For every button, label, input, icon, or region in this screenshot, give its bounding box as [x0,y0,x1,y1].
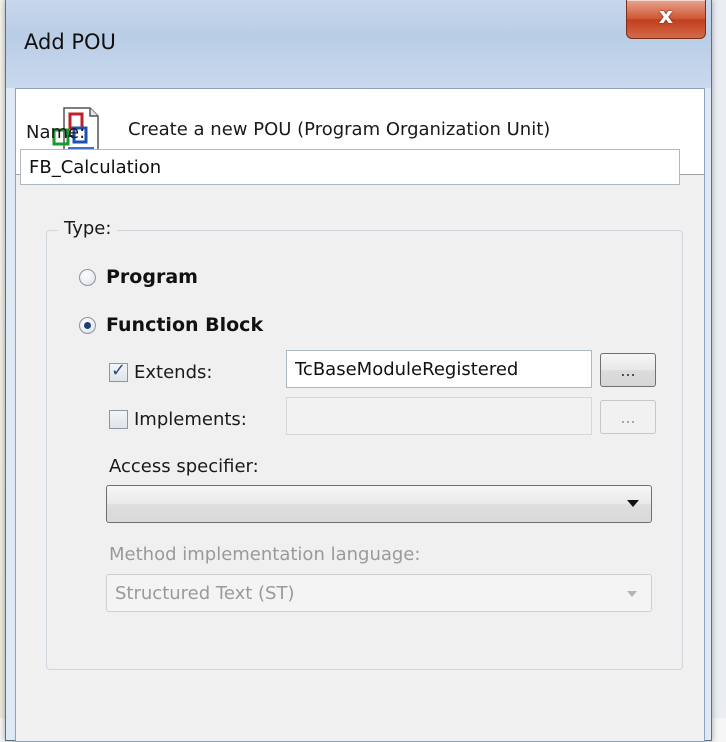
name-input[interactable] [20,149,680,185]
access-specifier-label: Access specifier: [109,456,259,477]
method-language-dropdown: Structured Text (ST) [106,574,652,612]
dialog-description: Create a new POU (Program Organization U… [128,119,551,140]
access-specifier-dropdown[interactable] [106,485,652,523]
window-title: Add POU [24,30,116,54]
type-group-legend: Type: [58,218,118,239]
method-language-label: Method implementation language: [109,544,421,565]
extends-checkbox-option[interactable]: Extends: [109,360,213,383]
extends-label: Extends: [134,362,213,383]
implements-label: Implements: [134,409,247,430]
name-label: Name: [26,122,86,143]
implements-checkbox[interactable] [109,410,128,429]
close-icon: x [658,4,674,29]
extends-checkbox[interactable] [109,360,128,382]
function-block-radio-option[interactable]: Function Block [79,314,263,336]
program-radio[interactable] [79,268,96,286]
extends-input[interactable] [286,350,592,388]
dropdown-arrow-icon [627,591,637,597]
implements-input [286,397,592,435]
title-bar: Add POU x [6,0,711,88]
program-radio-option[interactable]: Program [79,266,198,288]
add-pou-dialog: Add POU x Create a new POU (Program Orga… [5,0,712,742]
function-block-radio[interactable] [79,316,96,334]
implements-checkbox-option[interactable]: Implements: [109,409,247,430]
program-radio-label: Program [106,266,198,288]
function-block-radio-label: Function Block [106,314,264,336]
dropdown-arrow-icon [627,500,639,507]
implements-browse-button: ... [600,400,656,434]
method-language-value: Structured Text (ST) [115,583,295,604]
extends-browse-button[interactable]: ... [600,353,656,387]
close-button[interactable]: x [626,0,706,39]
